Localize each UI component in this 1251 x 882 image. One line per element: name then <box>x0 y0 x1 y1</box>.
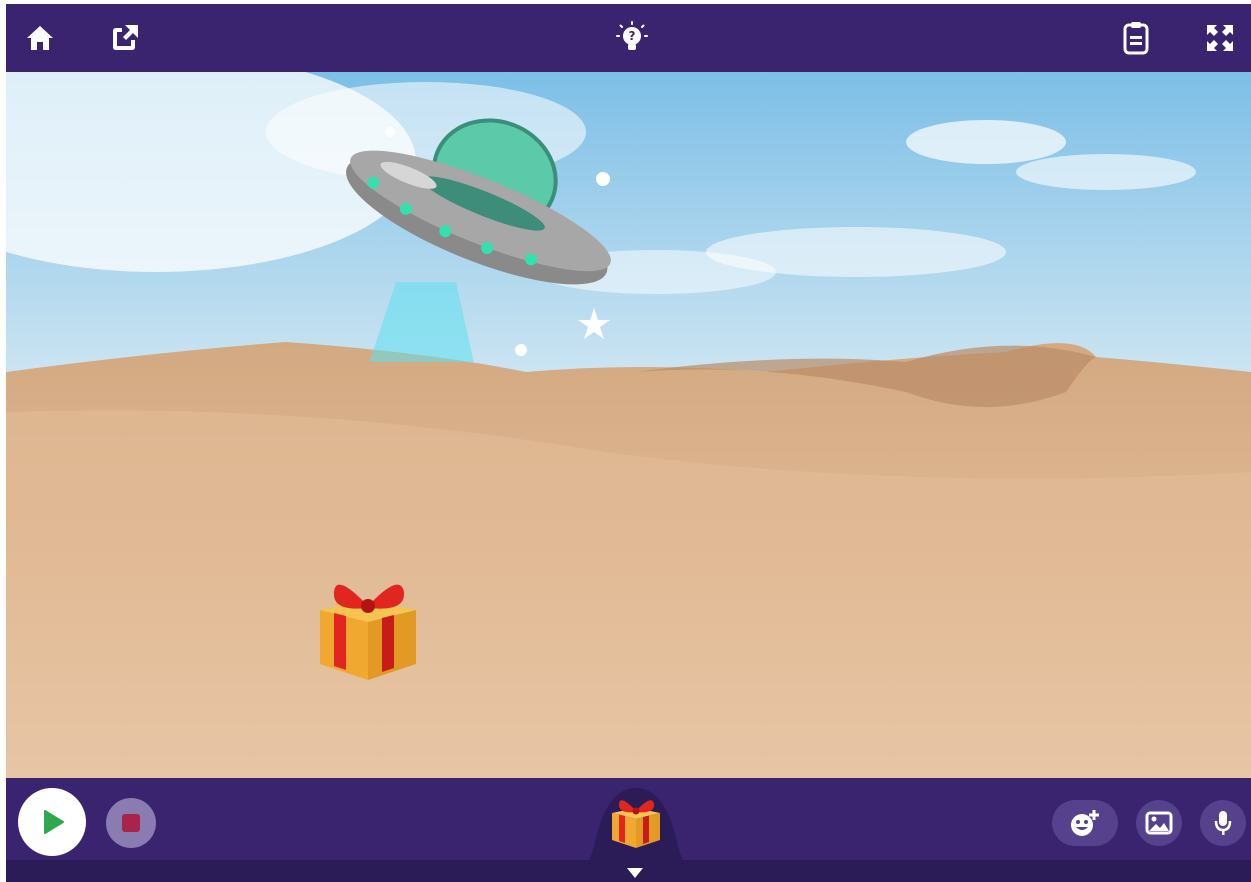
stop-icon <box>122 814 140 832</box>
home-icon[interactable] <box>20 18 60 58</box>
stage-canvas[interactable] <box>6 72 1251 778</box>
microphone-icon <box>1214 811 1232 835</box>
ufo-sprite[interactable] <box>326 102 646 362</box>
bottom-toolbar <box>6 778 1251 882</box>
clipboard-icon[interactable] <box>1116 18 1156 58</box>
image-icon <box>1145 811 1173 835</box>
fullscreen-icon[interactable] <box>1200 18 1240 58</box>
app-window: ? <box>6 4 1251 882</box>
svg-text:?: ? <box>629 29 636 43</box>
record-sound-button[interactable] <box>1200 800 1246 846</box>
add-character-button[interactable] <box>1052 800 1118 846</box>
lightbulb-question-icon[interactable]: ? <box>612 18 652 58</box>
top-toolbar: ? <box>6 4 1251 72</box>
gift-box-sprite[interactable] <box>316 572 420 682</box>
share-icon[interactable] <box>104 18 144 58</box>
stop-button[interactable] <box>106 798 156 848</box>
add-background-button[interactable] <box>1136 800 1182 846</box>
play-icon <box>44 810 64 834</box>
add-character-icon <box>1071 810 1099 836</box>
play-button[interactable] <box>18 788 86 856</box>
chevron-down-icon[interactable] <box>625 866 645 880</box>
